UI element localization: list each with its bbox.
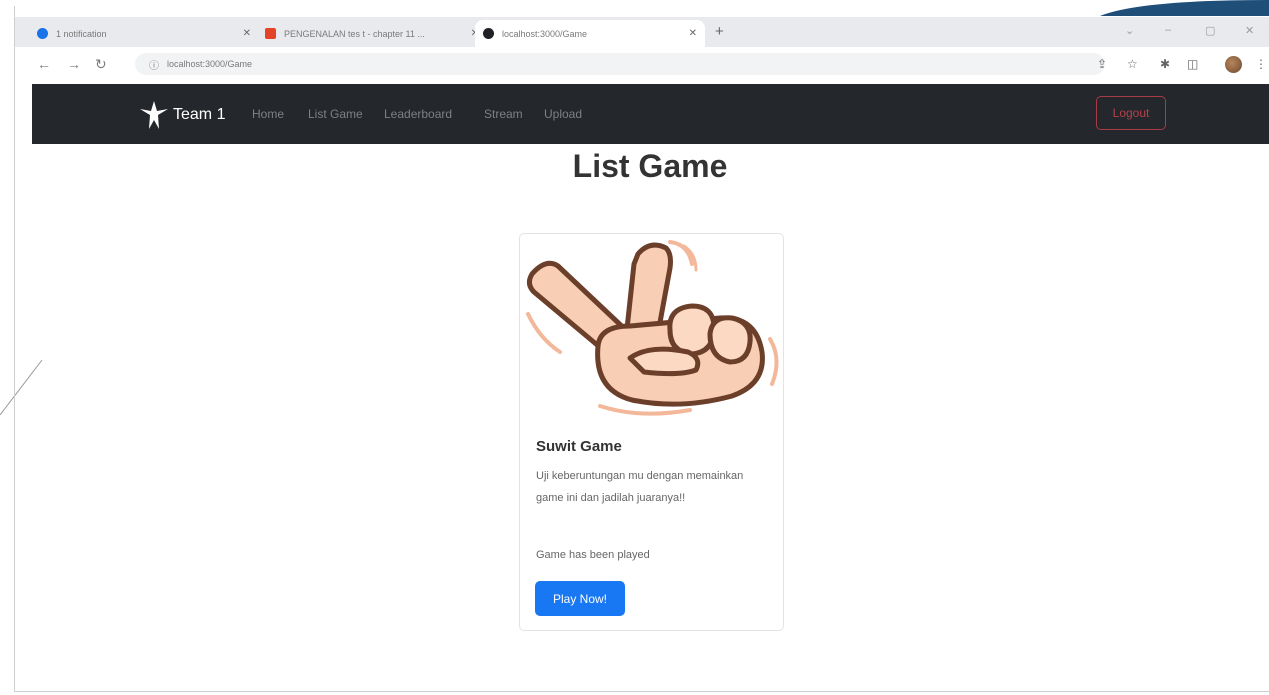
nav-list-game[interactable]: List Game [308,107,363,121]
nav-stream[interactable]: Stream [484,107,523,121]
card-description: Uji keberuntungan mu dengan memainkan ga… [536,470,744,504]
new-tab-button[interactable]: + [715,23,724,40]
extensions-icon[interactable]: ✱ [1160,57,1170,71]
nav-home[interactable]: Home [252,107,284,121]
url-text: localhost:3000/Game [167,59,253,69]
card-status: Game has been played [536,549,650,561]
brand[interactable]: Team 1 [137,98,225,132]
address-bar[interactable]: ⓘ localhost:3000/Game [135,53,1105,75]
page-title: List Game [572,148,728,184]
app-navbar: Team 1 Home List Game Leaderboard Stream… [32,84,1269,144]
peace-hand-image [526,240,779,416]
corner-accent [1100,0,1269,16]
close-icon[interactable]: ✕ [689,28,697,39]
team-logo-icon [140,101,168,129]
info-icon: ⓘ [149,60,159,72]
tab-localhost[interactable]: localhost:3000/Game ✕ [475,20,705,47]
nav-leaderboard[interactable]: Leaderboard [384,107,452,121]
side-panel-icon[interactable]: ◫ [1187,57,1198,71]
card-title: Suwit Game [536,438,622,455]
close-icon[interactable]: ✕ [243,28,251,39]
minimize-icon[interactable]: – [1165,24,1171,36]
browser-tab-strip: 1 notification ✕ PENGENALAN tes t - chap… [15,17,1269,47]
browser-toolbar: ← → ↻ ⓘ localhost:3000/Game ⇪ ☆ ✱ ◫ ⋮ [15,47,1269,84]
bookmark-star-icon[interactable]: ☆ [1127,57,1138,71]
menu-icon[interactable]: ⋮ [1255,57,1267,71]
profile-avatar[interactable] [1225,56,1242,73]
tab-notification[interactable]: 1 notification ✕ [29,20,259,47]
maximize-icon[interactable]: ▢ [1205,24,1215,37]
back-icon[interactable]: ← [37,56,51,72]
window-close-icon[interactable]: ✕ [1245,24,1254,37]
gitlab-icon [265,28,276,39]
game-card: Suwit Game Uji keberuntungan mu dengan m… [519,233,784,631]
share-icon[interactable]: ⇪ [1097,57,1107,71]
react-icon [483,28,494,39]
logout-button[interactable]: Logout [1096,96,1166,130]
nav-upload[interactable]: Upload [544,107,582,121]
forward-icon[interactable]: → [67,56,81,72]
chat-icon [37,28,48,39]
tab-gitlab[interactable]: PENGENALAN tes t - chapter 11 ... ✕ [257,20,487,47]
chevron-down-icon[interactable]: ⌄ [1125,24,1134,37]
play-now-button[interactable]: Play Now! [535,581,625,616]
reload-icon[interactable]: ↻ [95,56,107,73]
